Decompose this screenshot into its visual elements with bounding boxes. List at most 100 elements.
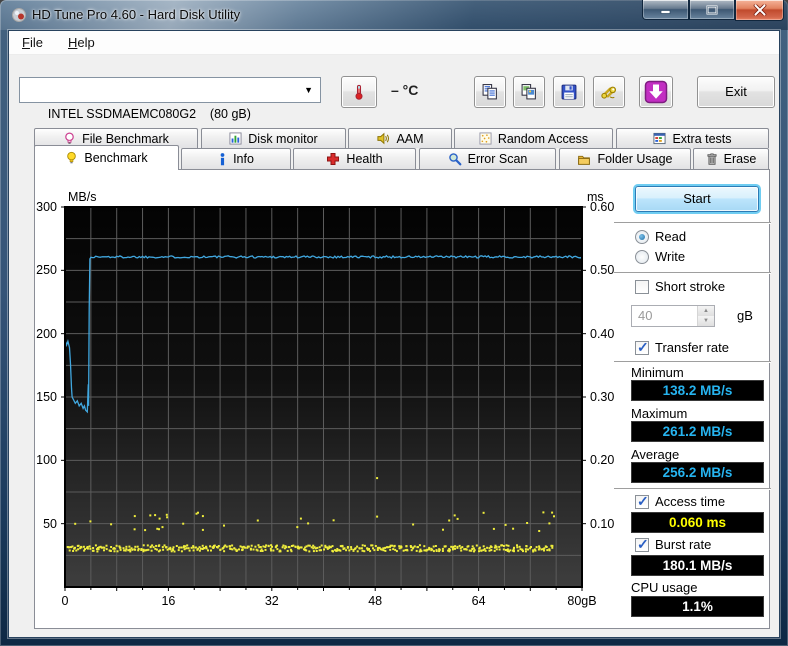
short-stroke-size-input[interactable]: 40 ▲ ▼ <box>631 305 715 327</box>
drive-select[interactable]: INTEL SSDMAEMC080G2 (80 gB) ▼ <box>19 77 321 121</box>
spinner-arrows[interactable]: ▲ ▼ <box>697 306 714 326</box>
checkbox-icon: ✓ <box>635 279 649 294</box>
cpu-usage-label: CPU usage <box>631 580 698 595</box>
app-icon <box>12 8 26 22</box>
save-icon <box>561 84 577 100</box>
error-scan-icon <box>448 153 462 166</box>
tab-info[interactable]: Info <box>181 148 291 169</box>
transfer-rate-label: Transfer rate <box>655 340 729 355</box>
menu-bar: File Help <box>9 31 779 55</box>
left-axis-tick: 50 <box>43 516 57 531</box>
tab-label: Benchmark <box>84 151 148 165</box>
x-axis-tick: 48 <box>368 594 383 608</box>
tab-folder-usage[interactable]: Folder Usage <box>559 148 691 169</box>
menu-file[interactable]: File <box>15 31 50 55</box>
gb-unit-label: gB <box>737 308 753 323</box>
extra-tests-icon <box>653 132 667 145</box>
access-time-label: Access time <box>655 494 726 509</box>
read-radio[interactable]: Read <box>635 229 686 244</box>
cpu-usage-value: 1.1% <box>631 596 764 617</box>
x-axis-tick: 80gB <box>567 594 597 608</box>
read-label: Read <box>655 229 687 244</box>
close-button[interactable] <box>735 0 784 21</box>
x-axis-tick: 32 <box>264 594 279 608</box>
tab-label: Info <box>233 152 254 166</box>
file-benchmark-icon <box>65 132 74 144</box>
separator <box>614 222 771 224</box>
tab-benchmark[interactable]: Benchmark <box>34 145 179 170</box>
tab-extra-tests[interactable]: Extra tests <box>616 128 769 148</box>
left-axis-tick: 250 <box>36 263 57 278</box>
tab-label: Random Access <box>497 131 589 146</box>
tab-error-scan[interactable]: Error Scan <box>419 148 556 169</box>
tab-random-access[interactable]: Random Access <box>454 128 613 148</box>
minimize-button[interactable] <box>642 0 689 20</box>
chevron-down-icon: ▼ <box>304 85 313 95</box>
drive-select-value: INTEL SSDMAEMC080G2 (80 gB) <box>47 107 251 121</box>
capture-button[interactable] <box>639 76 673 108</box>
checkbox-icon: ✓ <box>635 338 649 355</box>
save-button[interactable] <box>553 76 585 108</box>
erase-icon <box>707 153 717 165</box>
benchmark-chart: MB/s ms 50 100 150 200 250 300 0.60 0.50 0.40 0.30 0… <box>35 170 615 630</box>
tab-label: Error Scan <box>467 152 528 166</box>
start-button[interactable]: Start <box>635 186 759 212</box>
radio-circle-icon <box>635 249 649 264</box>
options-button[interactable] <box>593 76 625 108</box>
tab-label: Extra tests <box>672 131 732 146</box>
tab-label: Disk monitor <box>248 131 318 146</box>
copy-image-icon <box>521 84 536 100</box>
write-radio[interactable]: Write <box>635 249 685 264</box>
info-icon <box>220 152 225 165</box>
tab-aam[interactable]: AAM <box>348 128 452 148</box>
short-stroke-checkbox[interactable]: ✓ Short stroke <box>635 279 725 294</box>
copy-text-icon <box>482 84 497 100</box>
short-stroke-size-value: 40 <box>638 308 653 323</box>
health-icon <box>327 153 340 165</box>
right-axis-tick: 0.30 <box>590 390 615 404</box>
app-window: HD Tune Pro 4.60 - Hard Disk Utility Fil… <box>0 0 788 646</box>
access-time-checkbox[interactable]: ✓ Access time <box>635 492 726 509</box>
left-axis-tick: 100 <box>36 453 57 468</box>
tab-label: File Benchmark <box>82 131 169 146</box>
burst-rate-checkbox[interactable]: ✓ Burst rate <box>635 535 711 552</box>
tab-erase[interactable]: Erase <box>693 148 769 169</box>
tab-health[interactable]: Health <box>293 148 416 169</box>
minimum-label: Minimum <box>631 365 684 380</box>
benchmark-icon <box>67 151 77 164</box>
window-title: HD Tune Pro 4.60 - Hard Disk Utility <box>32 7 241 22</box>
copy-image-button[interactable] <box>513 76 545 108</box>
left-axis-tick: 300 <box>36 200 57 214</box>
random-access-icon <box>479 132 492 145</box>
checkbox-icon: ✓ <box>635 535 649 552</box>
right-axis-tick: 0.20 <box>590 453 615 468</box>
folder-usage-icon <box>578 155 591 165</box>
checkbox-icon: ✓ <box>635 492 649 509</box>
tab-disk-monitor[interactable]: Disk monitor <box>201 128 346 148</box>
maximum-value: 261.2 MB/s <box>631 421 764 442</box>
left-axis-tick: 200 <box>36 326 57 341</box>
client-area: File Help INTEL SSDMAEMC080G2 (80 gB) ▼ … <box>8 30 780 638</box>
capture-icon <box>644 80 668 104</box>
transfer-rate-checkbox[interactable]: ✓ Transfer rate <box>635 338 729 355</box>
x-axis-tick: 16 <box>161 594 176 608</box>
maximize-button[interactable] <box>689 0 735 20</box>
separator <box>614 488 771 490</box>
tab-label: Health <box>346 152 383 166</box>
access-time-value: 0.060 ms <box>631 512 764 533</box>
menu-help[interactable]: Help <box>61 31 102 55</box>
copy-text-button[interactable] <box>474 76 506 108</box>
separator <box>614 272 771 274</box>
separator <box>614 361 771 363</box>
tab-label: Folder Usage <box>597 152 673 166</box>
x-axis-tick: 64 <box>471 594 486 608</box>
exit-button[interactable]: Exit <box>697 76 775 108</box>
temperature-button[interactable] <box>341 76 377 108</box>
temperature-value: – °C <box>391 82 419 98</box>
spinner-down-icon[interactable]: ▼ <box>698 316 714 326</box>
left-axis-title: MB/s <box>68 190 97 204</box>
aam-icon <box>377 132 390 145</box>
spinner-up-icon[interactable]: ▲ <box>698 306 714 316</box>
tab-label: AAM <box>396 131 424 146</box>
benchmark-page: MB/s ms 50 100 150 200 250 300 0.60 0.50 0.40 0.30 0… <box>34 169 771 630</box>
